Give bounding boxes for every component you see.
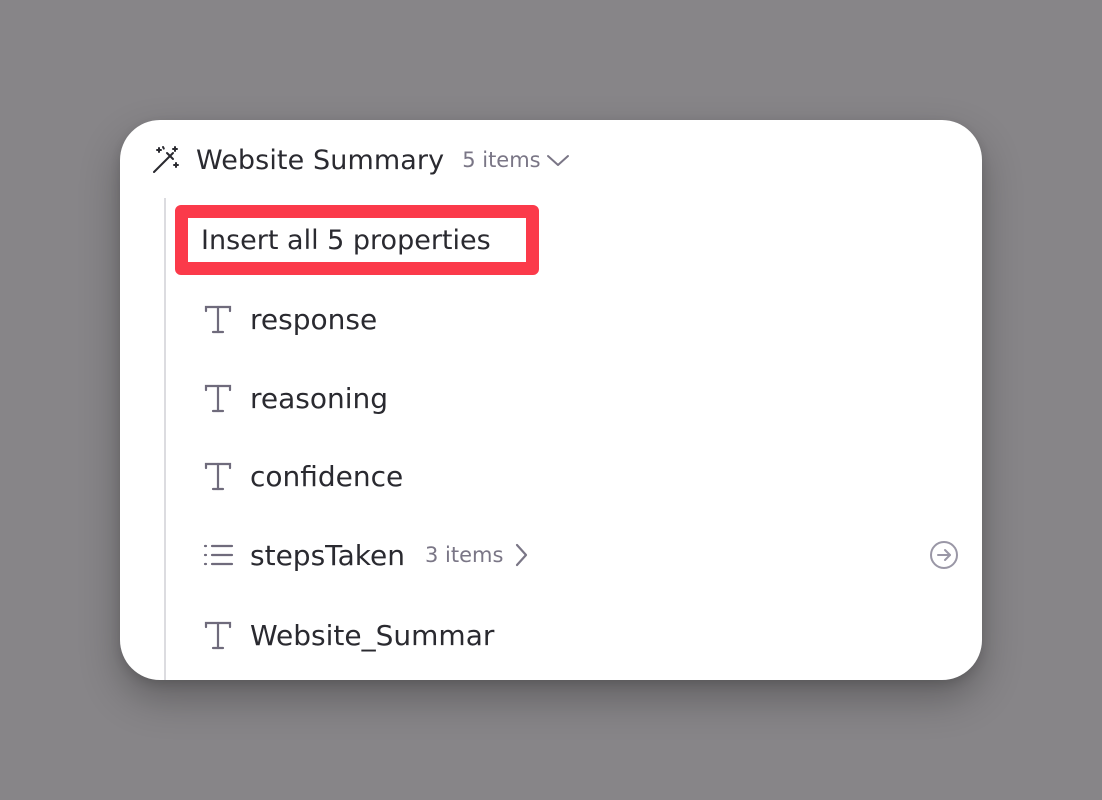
chevron-down-icon — [545, 150, 571, 170]
property-label: reasoning — [250, 381, 389, 415]
property-item-response[interactable]: response — [200, 294, 960, 344]
text-type-icon — [200, 301, 236, 337]
properties-popover: Website Summary 5 items Insert all 5 pro… — [120, 120, 982, 680]
tree-indent-line — [164, 198, 166, 680]
property-item-confidence[interactable]: confidence — [200, 451, 960, 501]
group-title: Website Summary — [196, 144, 445, 176]
property-item-stepstaken[interactable]: stepsTaken 3 items — [200, 530, 960, 580]
property-label: confidence — [250, 459, 404, 493]
property-item-reasoning[interactable]: reasoning — [200, 373, 960, 423]
property-label: response — [250, 302, 378, 336]
property-item-website-summar[interactable]: Website_Summar — [200, 610, 960, 660]
text-type-icon — [200, 380, 236, 416]
insert-all-properties-button[interactable]: Insert all 5 properties — [175, 205, 539, 275]
chevron-right-icon[interactable] — [513, 542, 529, 568]
property-label: Website_Summar — [250, 618, 495, 652]
arrow-circle-right-icon[interactable] — [928, 539, 960, 571]
magic-wand-icon — [150, 144, 182, 176]
property-item-count: 3 items — [424, 543, 504, 567]
text-type-icon — [200, 617, 236, 653]
text-type-icon — [200, 458, 236, 494]
list-type-icon — [200, 537, 236, 573]
property-label: stepsTaken — [250, 538, 405, 572]
group-header-website-summary[interactable]: Website Summary 5 items — [150, 140, 571, 180]
insert-all-label: Insert all 5 properties — [201, 224, 491, 256]
group-item-count: 5 items — [462, 148, 541, 172]
